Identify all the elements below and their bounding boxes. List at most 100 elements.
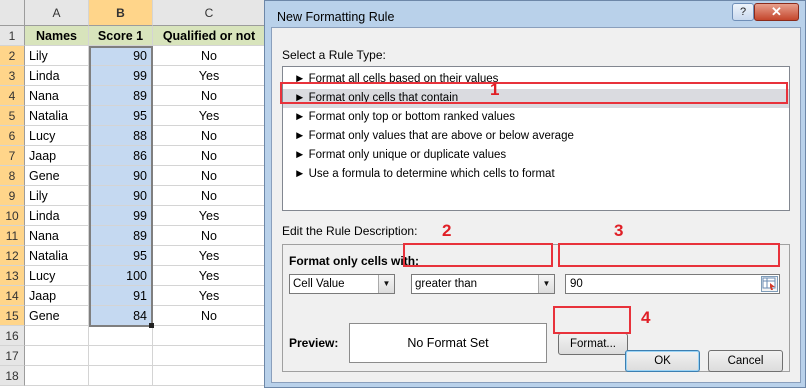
qualified-cell[interactable]: Yes — [153, 266, 266, 286]
cancel-button[interactable]: Cancel — [708, 350, 783, 372]
rule-type-item-1[interactable]: ► Format only cells that contain — [283, 89, 789, 108]
row-header[interactable]: 15 — [0, 306, 25, 326]
score-cell[interactable]: 100 — [89, 266, 153, 286]
name-cell[interactable]: Jaap — [25, 286, 89, 306]
qualified-cell[interactable]: No — [153, 166, 266, 186]
name-cell[interactable]: Nana — [25, 226, 89, 246]
score-cell[interactable]: 95 — [89, 246, 153, 266]
name-cell[interactable]: Linda — [25, 66, 89, 86]
score-cell[interactable]: 95 — [89, 106, 153, 126]
score-cell[interactable]: 88 — [89, 126, 153, 146]
qualified-cell[interactable]: No — [153, 226, 266, 246]
score-cell[interactable]: 90 — [89, 166, 153, 186]
name-cell[interactable]: Gene — [25, 306, 89, 326]
row-header[interactable]: 16 — [0, 326, 25, 346]
score-cell[interactable]: 86 — [89, 146, 153, 166]
qualified-cell[interactable]: No — [153, 126, 266, 146]
row-header[interactable]: 14 — [0, 286, 25, 306]
row-header[interactable]: 17 — [0, 346, 25, 366]
rule-type-item-0[interactable]: ► Format all cells based on their values — [283, 70, 789, 89]
header-cell-qualified[interactable]: Qualified or not — [153, 26, 266, 46]
name-cell[interactable]: Lucy — [25, 266, 89, 286]
row-header[interactable]: 5 — [0, 106, 25, 126]
qualified-cell[interactable]: No — [153, 306, 266, 326]
qualified-cell[interactable]: No — [153, 86, 266, 106]
rule-type-list[interactable]: ► Format all cells based on their values… — [282, 66, 790, 211]
score-cell[interactable]: 99 — [89, 66, 153, 86]
row-header[interactable]: 9 — [0, 186, 25, 206]
empty-cell[interactable] — [89, 366, 153, 386]
score-cell[interactable]: 99 — [89, 206, 153, 226]
row-header[interactable]: 18 — [0, 366, 25, 386]
header-cell-names[interactable]: Names — [25, 26, 89, 46]
range-selector-icon[interactable] — [761, 276, 778, 292]
header-cell-score[interactable]: Score 1 — [89, 26, 153, 46]
row-header[interactable]: 1 — [0, 26, 25, 46]
row-header[interactable]: 13 — [0, 266, 25, 286]
name-cell[interactable]: Lily — [25, 46, 89, 66]
empty-cell[interactable] — [25, 326, 89, 346]
row-header[interactable]: 7 — [0, 146, 25, 166]
rule-type-item-5[interactable]: ► Use a formula to determine which cells… — [283, 165, 789, 184]
score-cell[interactable]: 91 — [89, 286, 153, 306]
annotation-number-4: 4 — [641, 308, 651, 327]
name-cell[interactable]: Natalia — [25, 106, 89, 126]
row-header[interactable]: 3 — [0, 66, 25, 86]
empty-cell[interactable] — [153, 326, 266, 346]
score-cell[interactable]: 89 — [89, 86, 153, 106]
name-cell[interactable]: Jaap — [25, 146, 89, 166]
score-cell[interactable]: 90 — [89, 46, 153, 66]
select-all-corner[interactable] — [0, 0, 25, 26]
empty-cell[interactable] — [153, 346, 266, 366]
close-button[interactable]: ✕ — [754, 3, 799, 21]
preview-box: No Format Set — [349, 323, 547, 363]
qualified-cell[interactable]: No — [153, 186, 266, 206]
column-header-c[interactable]: C — [153, 0, 266, 26]
row-header[interactable]: 4 — [0, 86, 25, 106]
rule-type-item-3[interactable]: ► Format only values that are above or b… — [283, 127, 789, 146]
select-rule-type-label: Select a Rule Type: — [282, 48, 386, 62]
condition-field-value: Cell Value — [293, 278, 345, 290]
row-header[interactable]: 12 — [0, 246, 25, 266]
score-cell[interactable]: 89 — [89, 226, 153, 246]
qualified-cell[interactable]: Yes — [153, 66, 266, 86]
name-cell[interactable]: Natalia — [25, 246, 89, 266]
score-cell[interactable]: 84 — [89, 306, 153, 326]
name-cell[interactable]: Lucy — [25, 126, 89, 146]
name-cell[interactable]: Linda — [25, 206, 89, 226]
column-header-b[interactable]: B — [89, 0, 153, 26]
fill-handle[interactable] — [149, 323, 154, 328]
condition-operator-select[interactable]: greater than ▼ — [411, 274, 555, 294]
format-button[interactable]: Format... — [558, 333, 628, 355]
condition-value-input[interactable]: 90 — [565, 274, 780, 294]
empty-cell[interactable] — [25, 346, 89, 366]
ok-button[interactable]: OK — [625, 350, 700, 372]
row-header[interactable]: 11 — [0, 226, 25, 246]
column-header-a[interactable]: A — [25, 0, 89, 26]
row-header[interactable]: 10 — [0, 206, 25, 226]
row-header[interactable]: 6 — [0, 126, 25, 146]
rule-type-item-2[interactable]: ► Format only top or bottom ranked value… — [283, 108, 789, 127]
empty-cell[interactable] — [89, 326, 153, 346]
qualified-cell[interactable]: Yes — [153, 206, 266, 226]
help-button[interactable]: ? — [732, 3, 754, 21]
score-cell[interactable]: 90 — [89, 186, 153, 206]
qualified-cell[interactable]: Yes — [153, 246, 266, 266]
condition-value-text: 90 — [570, 278, 583, 290]
empty-cell[interactable] — [153, 366, 266, 386]
rule-type-item-4[interactable]: ► Format only unique or duplicate values — [283, 146, 789, 165]
qualified-cell[interactable]: No — [153, 46, 266, 66]
qualified-cell[interactable]: Yes — [153, 106, 266, 126]
chevron-down-icon[interactable]: ▼ — [378, 275, 394, 293]
condition-field-select[interactable]: Cell Value ▼ — [289, 274, 395, 294]
name-cell[interactable]: Lily — [25, 186, 89, 206]
empty-cell[interactable] — [25, 366, 89, 386]
name-cell[interactable]: Nana — [25, 86, 89, 106]
name-cell[interactable]: Gene — [25, 166, 89, 186]
row-header[interactable]: 8 — [0, 166, 25, 186]
empty-cell[interactable] — [89, 346, 153, 366]
chevron-down-icon[interactable]: ▼ — [538, 275, 554, 293]
qualified-cell[interactable]: Yes — [153, 286, 266, 306]
row-header[interactable]: 2 — [0, 46, 25, 66]
qualified-cell[interactable]: No — [153, 146, 266, 166]
